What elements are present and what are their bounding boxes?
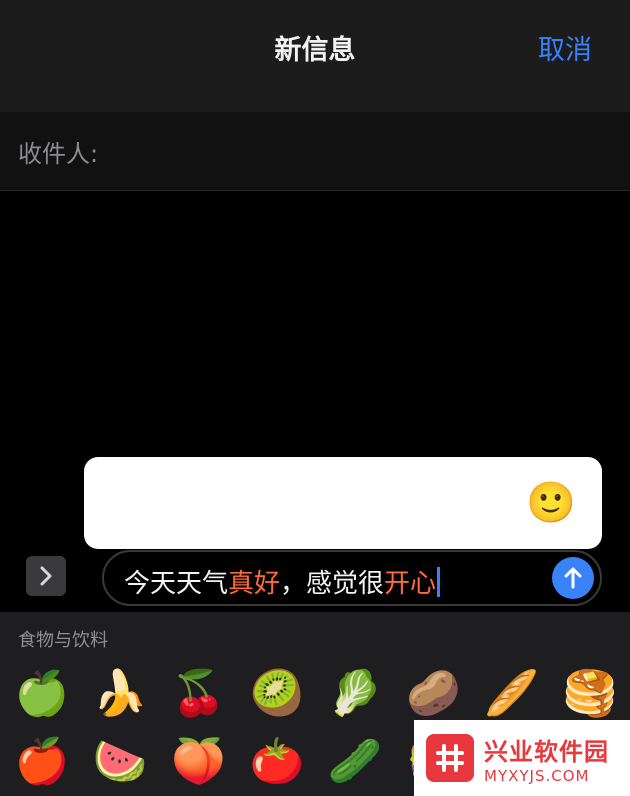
suggestion-emoji[interactable]: 😁: [179, 483, 221, 523]
emoji-key[interactable]: 🥔: [395, 664, 471, 724]
emoji-key[interactable]: 🍌: [82, 664, 158, 724]
message-text-highlight: 真好: [228, 569, 281, 599]
recipient-field[interactable]: 收件人:: [0, 112, 630, 191]
emoji-category-label: 食物与饮料: [18, 630, 108, 651]
arrow-up-icon: [564, 567, 582, 589]
recipient-label: 收件人:: [18, 140, 99, 168]
emoji-key[interactable]: 🥖: [474, 664, 550, 724]
message-text-segment: 今天天气: [124, 569, 229, 599]
emoji-key[interactable]: 🍏: [4, 664, 80, 724]
suggestion-emoji[interactable]: 😌: [457, 483, 499, 523]
message-text-highlight: 开心: [384, 569, 437, 599]
message-text-segment: ，感觉很: [280, 569, 385, 599]
emoji-suggestion-bar: 😀 😁 😃 😄 😆 😌 🙂: [84, 457, 602, 549]
text-caret: [437, 567, 441, 597]
emoji-key[interactable]: 🥒: [317, 732, 393, 792]
message-input[interactable]: 今天天气真好，感觉很开心: [102, 550, 602, 606]
watermark: 兴业软件园 MYXYJS.COM: [414, 720, 630, 796]
emoji-key[interactable]: 🥞: [552, 664, 628, 724]
emoji-key[interactable]: 🍒: [161, 664, 237, 724]
watermark-text: 兴业软件园 MYXYJS.COM: [484, 732, 609, 785]
watermark-logo-icon: [426, 734, 474, 782]
emoji-key[interactable]: 🍉: [82, 732, 158, 792]
emoji-key[interactable]: 🍎: [4, 732, 80, 792]
emoji-key[interactable]: 🥝: [239, 664, 315, 724]
watermark-name: 兴业软件园: [484, 737, 609, 766]
emoji-row: 🍏 🍌 🍒 🥝 🥬 🥔 🥖 🥞: [4, 664, 628, 724]
chevron-right-icon: [40, 566, 52, 586]
suggestion-emoji[interactable]: 😃: [249, 483, 291, 523]
watermark-domain: MYXYJS.COM: [484, 766, 590, 785]
message-input-text: 今天天气真好，感觉很开心: [124, 563, 441, 600]
cancel-button[interactable]: 取消: [538, 28, 592, 67]
suggestion-emoji[interactable]: 🙂: [526, 483, 576, 523]
expand-apps-button[interactable]: [26, 556, 66, 596]
navigation-bar: 新信息 取消: [0, 0, 630, 112]
page-title: 新信息: [274, 35, 356, 66]
send-button[interactable]: [552, 557, 594, 599]
suggestion-emoji[interactable]: 😄: [318, 483, 360, 523]
emoji-key[interactable]: 🍅: [239, 732, 315, 792]
emoji-key[interactable]: 🥬: [317, 664, 393, 724]
suggestion-emoji[interactable]: 😀: [110, 483, 152, 523]
emoji-key[interactable]: 🍑: [161, 732, 237, 792]
suggestion-emoji[interactable]: 😆: [387, 483, 429, 523]
